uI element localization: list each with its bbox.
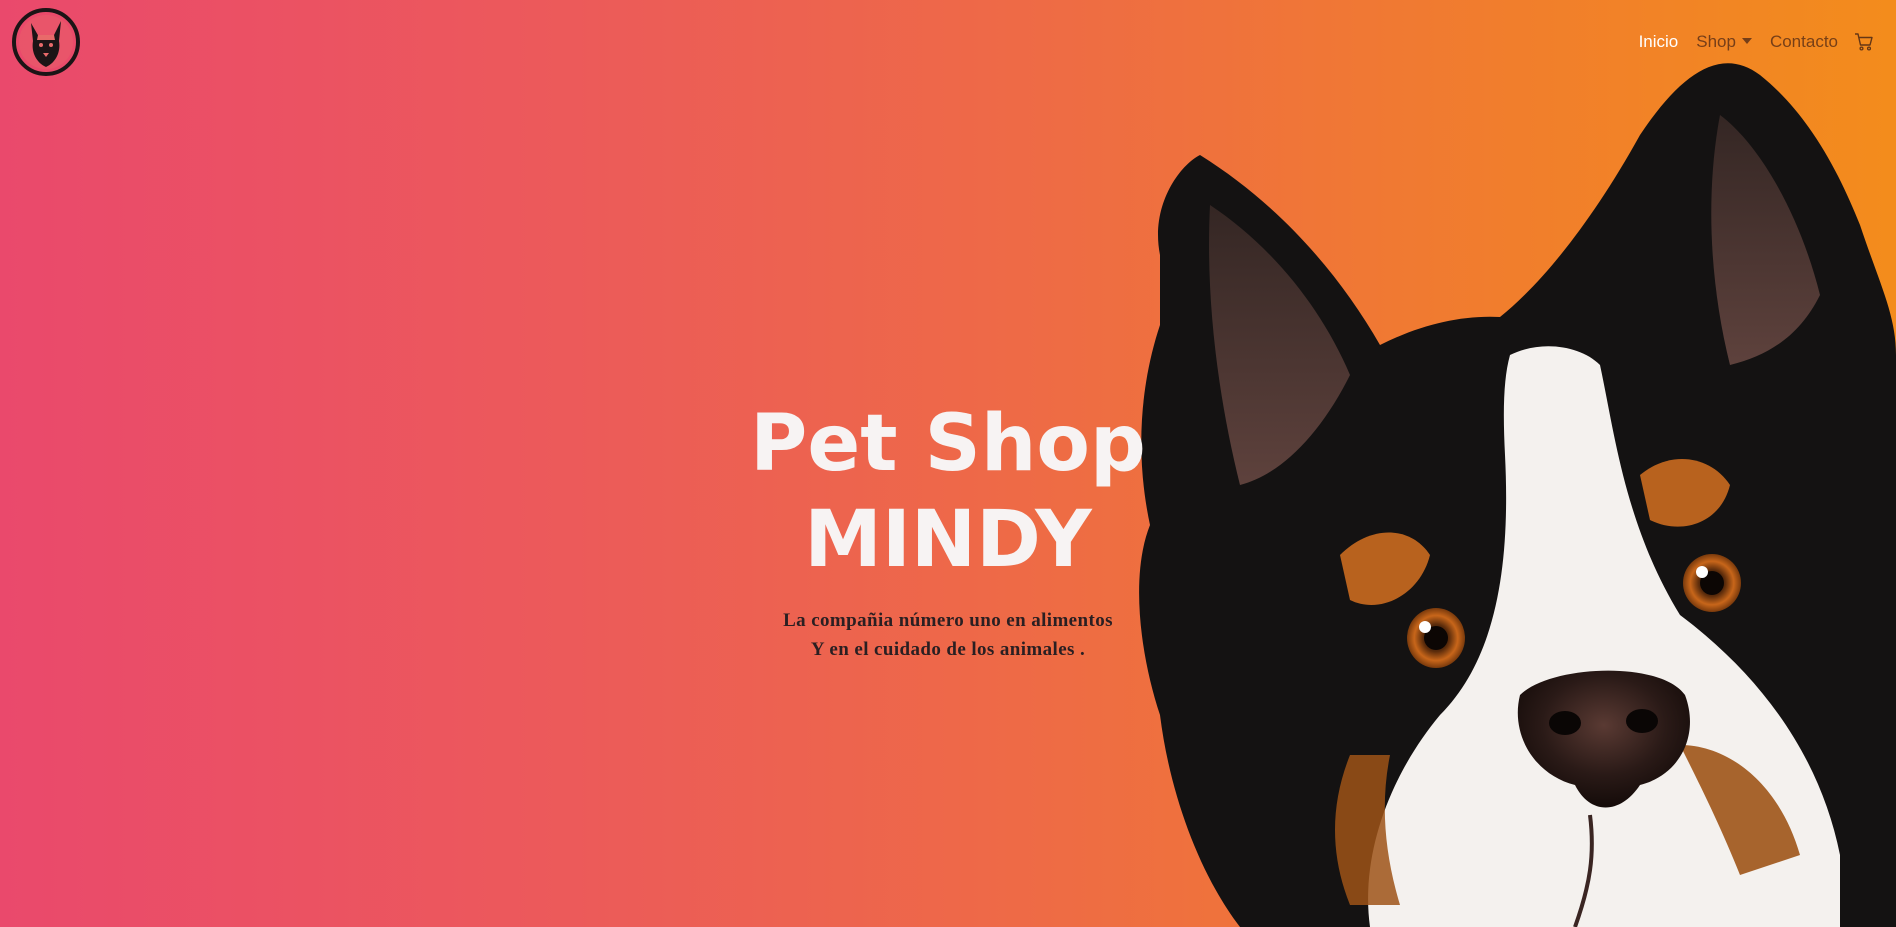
dog-head-logo-icon[interactable] (11, 7, 81, 77)
caret-down-icon (1741, 38, 1752, 44)
nav-item-shop-dropdown[interactable]: Shop (1687, 30, 1761, 54)
nav-item-contacto[interactable]: Contacto (1761, 30, 1847, 54)
hero-title-line2: MINDY (804, 495, 1092, 585)
nav-item-shop-label: Shop (1696, 32, 1736, 51)
hero-subtitle-line1: La compañia número uno en alimentos (783, 610, 1113, 631)
hero-section: Inicio Shop Contacto Pet Shop MINDY La c… (0, 0, 1896, 927)
navbar: Inicio Shop Contacto (0, 0, 1896, 84)
nav-item-inicio[interactable]: Inicio (1630, 30, 1688, 54)
dog-photo (1139, 63, 1896, 927)
hero-text: Pet Shop MINDY La compañia número uno en… (698, 396, 1198, 664)
hero-title-line1: Pet Shop (750, 399, 1146, 489)
hero-title: Pet Shop MINDY (698, 396, 1198, 588)
shopping-cart-icon[interactable] (1847, 31, 1876, 53)
nav-links: Inicio Shop Contacto (1630, 30, 1876, 54)
hero-subtitle-line2: Y en el cuidado de los animales . (810, 639, 1086, 660)
hero-subtitle: La compañia número uno en alimentos Y en… (698, 606, 1198, 664)
